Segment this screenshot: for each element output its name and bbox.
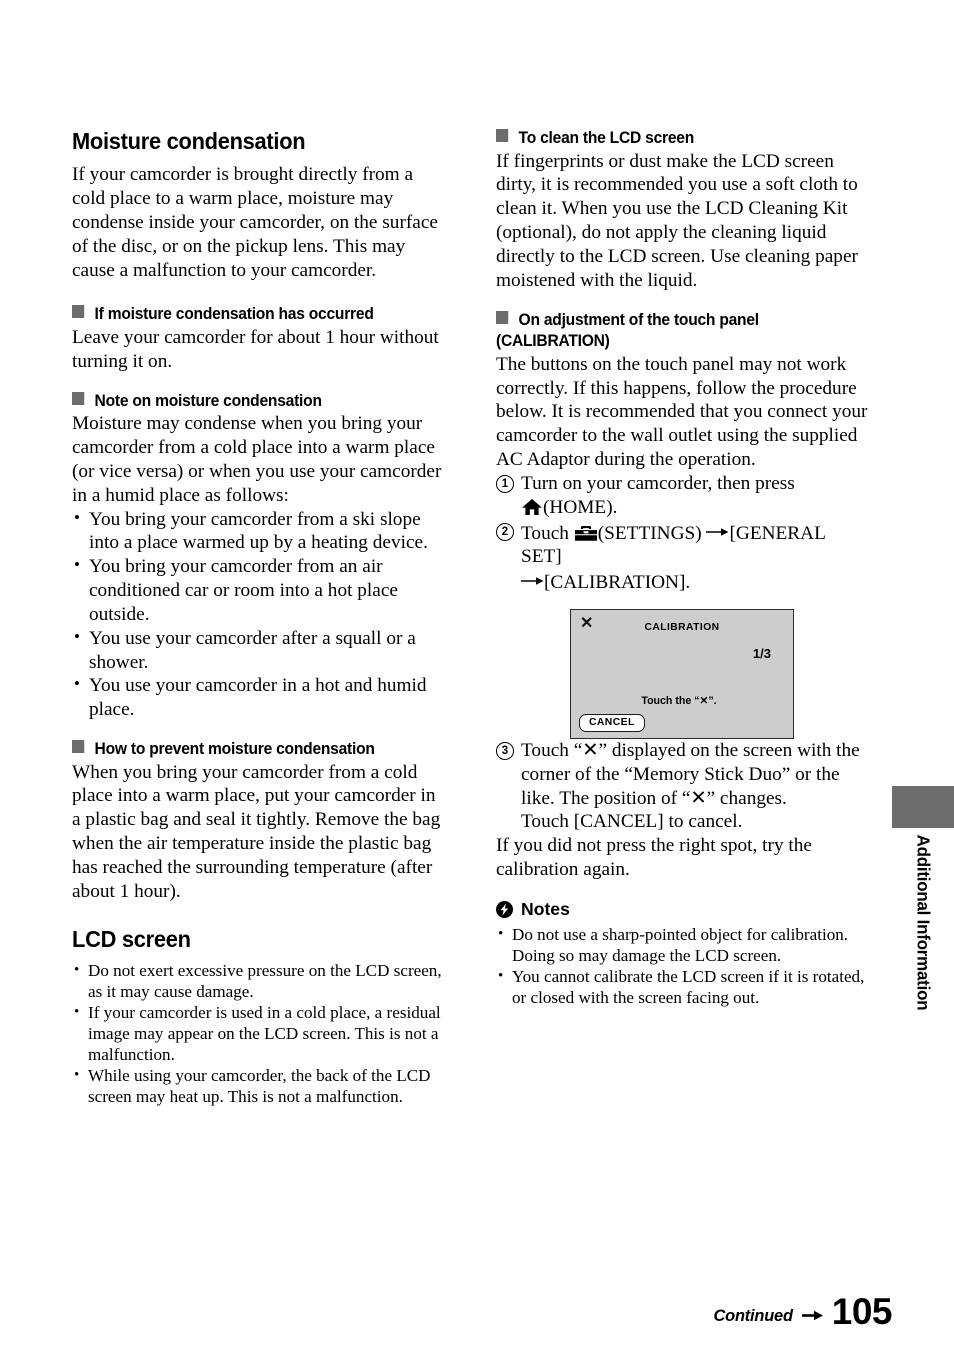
lcd-screen-mockup: ✕ CALIBRATION 1/3 Touch the “✕”. CANCEL: [570, 608, 794, 739]
notes-block: Notes Do not use a sharp-pointed object …: [496, 899, 868, 1009]
step-number: 1: [496, 474, 514, 493]
side-tab-block: [892, 786, 954, 828]
home-icon: [521, 498, 543, 516]
subheading-if-moisture-occurred: If moisture condensation has occurred: [72, 304, 420, 324]
side-tab-label: Additional Information: [892, 828, 954, 1088]
lcd-screen-block: LCD screen Do not exert excessive pressu…: [72, 926, 442, 1108]
calibration-step-list-continued: 3 Touch “✕” displayed on the screen with …: [496, 739, 868, 834]
page-footer: Continued 105: [713, 1290, 893, 1332]
arrow-right-icon: [521, 569, 544, 585]
square-bullet-icon: [72, 305, 85, 319]
subheading-label: Note on moisture condensation: [94, 390, 322, 410]
calibration-figure: ✕ CALIBRATION 1/3 Touch the “✕”. CANCEL: [496, 608, 868, 739]
step-text: Touch: [521, 522, 569, 544]
step-number: 3: [496, 741, 514, 760]
subheading-label: To clean the LCD screen: [518, 128, 695, 147]
subheading-how-to-prevent: How to prevent moisture condensation: [72, 739, 420, 759]
subheading-label: If moisture condensation has occurred: [94, 304, 374, 324]
notes-bullet-list: Do not use a sharp-pointed object for ca…: [496, 925, 868, 1009]
subheading-label: How to prevent moisture condensation: [94, 739, 375, 759]
list-item: You use your camcorder after a squall or…: [72, 627, 442, 675]
step-number: 2: [496, 522, 514, 541]
step-text: Touch “✕” displayed on the screen with t…: [521, 739, 860, 809]
settings-toolbox-icon: [574, 525, 598, 542]
square-bullet-icon: [72, 740, 85, 754]
moisture-prevent-block: How to prevent moisture condensation Whe…: [72, 739, 442, 904]
notes-heading: Notes: [496, 899, 868, 920]
list-item: If your camcorder is used in a cold plac…: [72, 1003, 442, 1066]
note-bolt-icon: [496, 900, 513, 918]
moisture-note-bullet-list: You bring your camcorder from a ski slop…: [72, 508, 442, 722]
right-column: To clean the LCD screen If fingerprints …: [496, 128, 868, 1009]
arrow-right-icon: [706, 520, 729, 536]
list-item: You use your camcorder in a hot and humi…: [72, 674, 442, 722]
calibration-step-3: 3 Touch “✕” displayed on the screen with …: [496, 739, 868, 834]
page: Moisture condensation If your camcorder …: [0, 0, 954, 1357]
calibration-after-paragraph: If you did not press the right spot, try…: [496, 835, 812, 881]
lcd-instruction-label: Touch the “✕”.: [641, 694, 717, 707]
step-text: Turn on your camcorder, then press: [521, 472, 795, 494]
step-text-after-icon: (HOME).: [543, 496, 618, 518]
subheading-label-line1: On adjustment of the touch panel: [518, 309, 760, 329]
list-item: You cannot calibrate the LCD screen if i…: [496, 967, 868, 1009]
moisture-prevent-paragraph: When you bring your camcorder from a col…: [72, 761, 441, 902]
calibration-intro-paragraph: The buttons on the touch panel may not w…: [496, 353, 868, 471]
lcd-page-indicator: 1/3: [752, 645, 771, 661]
lcd-screen-bullet-list: Do not exert excessive pressure on the L…: [72, 961, 442, 1108]
section-title-lcd-screen: LCD screen: [72, 925, 191, 952]
moisture-occurred-block: If moisture condensation has occurred Le…: [72, 304, 442, 373]
moisture-note-block: Note on moisture condensation Moisture m…: [72, 391, 442, 722]
square-bullet-icon: [496, 129, 509, 142]
list-item: While using your camcorder, the back of …: [72, 1066, 442, 1108]
arrow-right-icon: [801, 1308, 823, 1321]
step-text-after-icon: (SETTINGS): [597, 522, 702, 544]
moisture-occurred-paragraph: Leave your camcorder for about 1 hour wi…: [72, 327, 439, 372]
list-item: Do not exert excessive pressure on the L…: [72, 961, 442, 1003]
clean-lcd-block: To clean the LCD screen If fingerprints …: [496, 128, 868, 293]
left-column: Moisture condensation If your camcorder …: [72, 128, 442, 1107]
side-tab-text: Additional Information: [913, 834, 934, 1011]
list-item: You bring your camcorder from a ski slop…: [72, 508, 442, 556]
calibration-step-list: 1 Turn on your camcorder, then press (HOM…: [496, 472, 868, 595]
step-3-second-line: Touch [CANCEL] to cancel.: [521, 811, 743, 833]
page-title-moisture-condensation: Moisture condensation: [72, 128, 306, 154]
step-1-icon-line: (HOME).: [521, 496, 868, 520]
calibration-block: On adjustment of the touch panel (CALIBR…: [496, 310, 868, 882]
square-bullet-icon: [496, 310, 509, 324]
cancel-button[interactable]: CANCEL: [579, 714, 645, 732]
subheading-touch-panel-calibration: On adjustment of the touch panel: [496, 310, 846, 330]
list-item: You bring your camcorder from an air con…: [72, 555, 442, 626]
step-2-second-line: [CALIBRATION].: [521, 569, 868, 595]
calibration-step-2: 2 Touch (SETTINGS) [GENERAL SET] [CALIBR…: [496, 520, 868, 595]
subheading-to-clean-lcd-screen: To clean the LCD screen: [496, 128, 846, 148]
subheading-calibration-line2: (CALIBRATION): [496, 331, 610, 351]
moisture-note-intro: Moisture may condense when you bring you…: [72, 413, 442, 506]
subheading-note-on-moisture: Note on moisture condensation: [72, 391, 420, 411]
lcd-title-label: CALIBRATION: [644, 621, 720, 633]
calibration-step-1: 1 Turn on your camcorder, then press (HOM…: [496, 472, 868, 520]
page-number: 105: [831, 1291, 893, 1332]
moisture-intro-paragraph: If your camcorder is brought directly fr…: [72, 164, 438, 281]
clean-lcd-paragraph: If fingerprints or dust make the LCD scr…: [496, 150, 858, 291]
square-bullet-icon: [72, 391, 85, 405]
continued-label: Continued: [713, 1307, 793, 1325]
step-text-part3: [CALIBRATION].: [544, 572, 691, 594]
notes-heading-label: Notes: [521, 898, 570, 919]
list-item: Do not use a sharp-pointed object for ca…: [496, 925, 868, 967]
